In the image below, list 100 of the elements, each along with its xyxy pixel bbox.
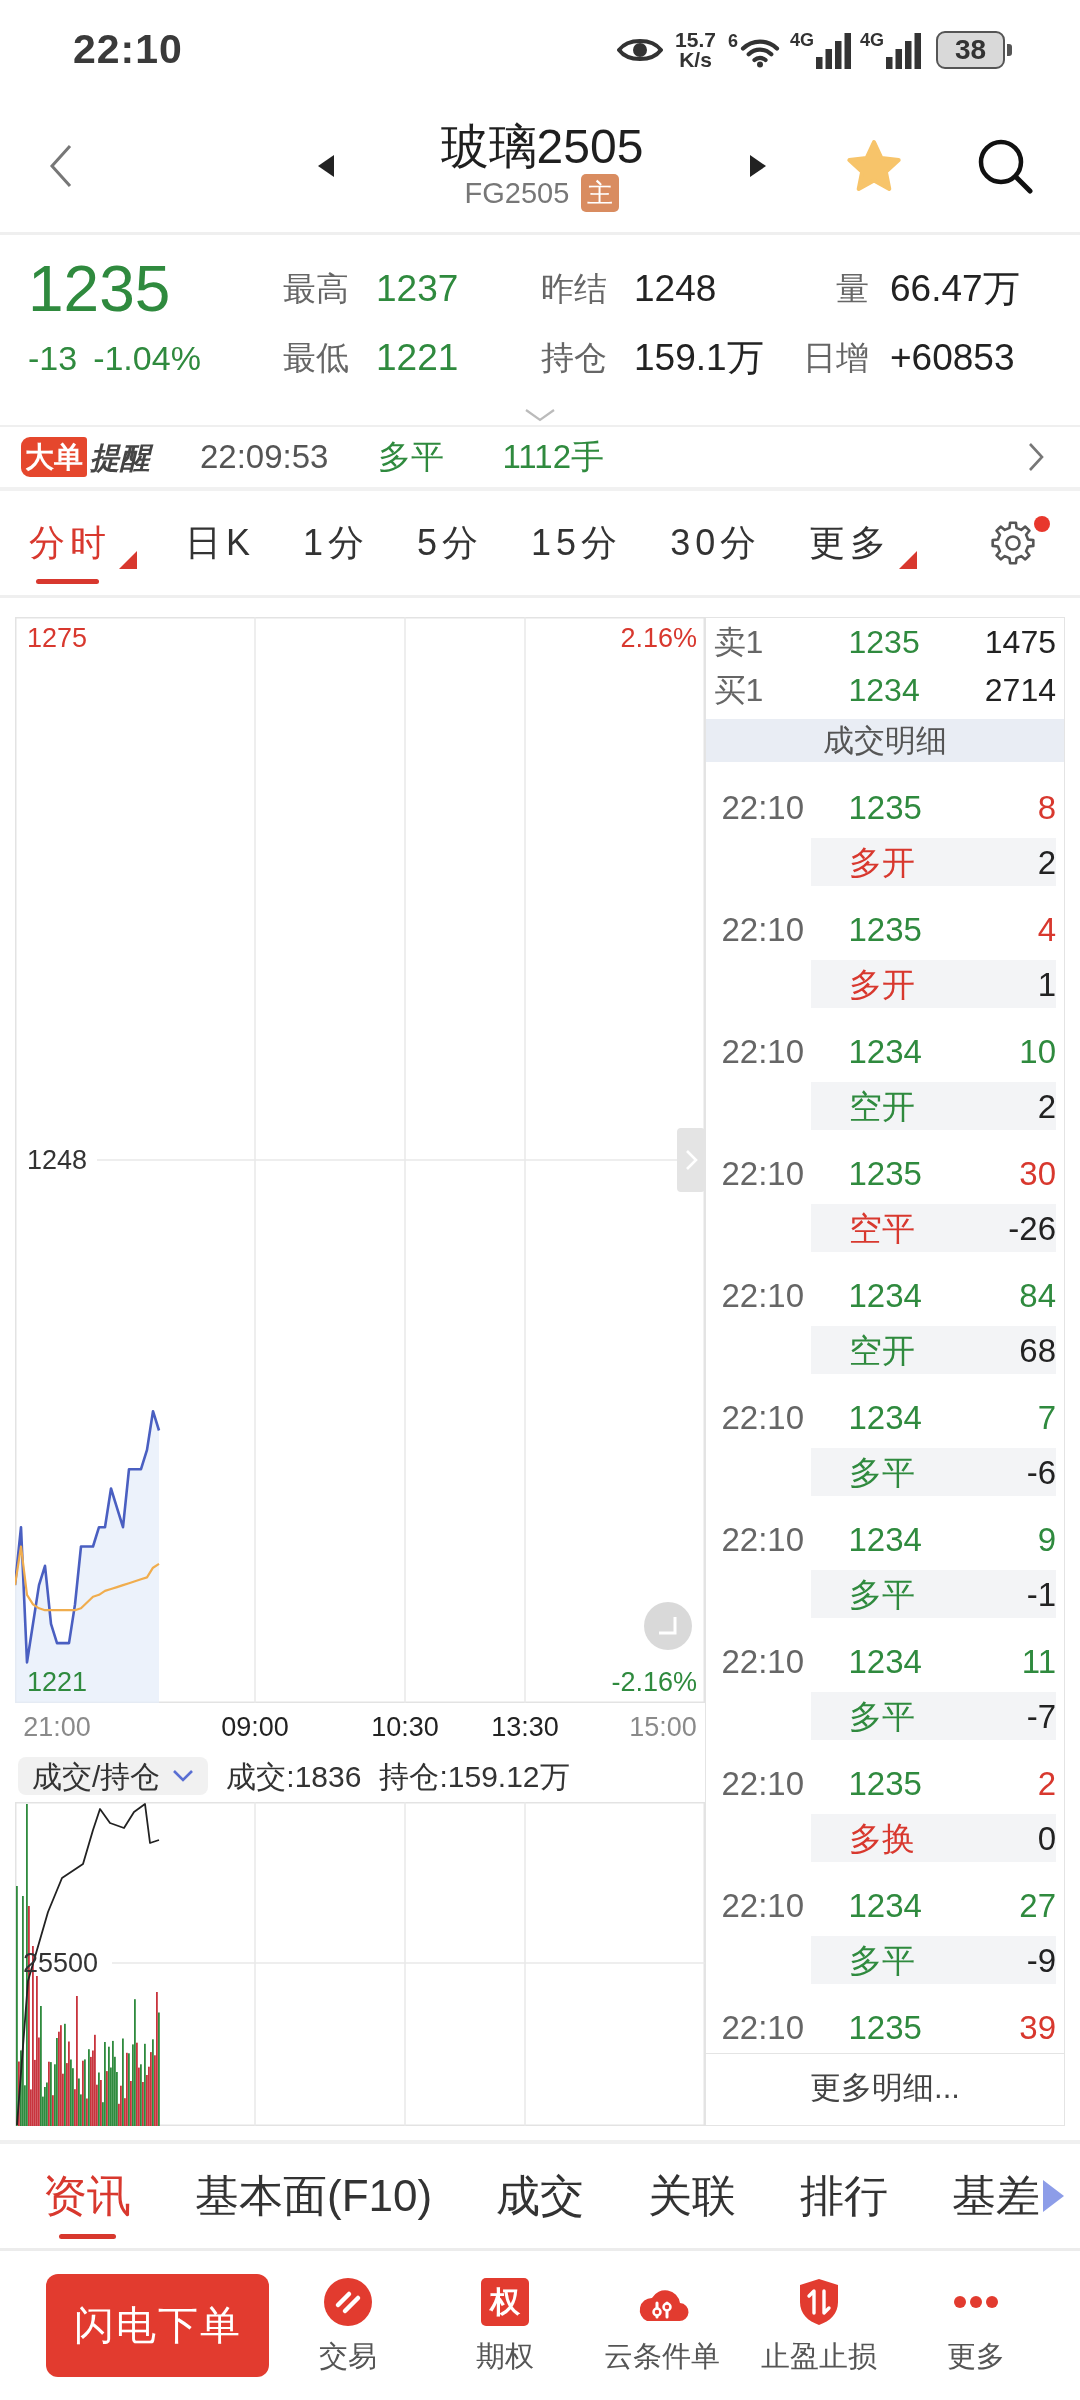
time-axis-label: 15:00	[629, 1712, 697, 1742]
trade-price: 1234	[848, 1886, 923, 1927]
trade-volume: 2	[1037, 1764, 1056, 1805]
stat-value: 66.47万	[890, 267, 1020, 312]
wifi-standard-label: 6	[727, 32, 738, 50]
trade-price: 1235	[848, 2008, 923, 2049]
trade-volume: 8	[1037, 788, 1056, 829]
toolbar-item[interactable]: 云条件单	[583, 2277, 740, 2373]
back-icon[interactable]	[48, 143, 74, 189]
volume-reading: 成交:1836	[226, 1758, 362, 1795]
position-change: 1	[1037, 965, 1056, 1005]
period-tab[interactable]: 15分	[531, 491, 623, 595]
open-interest-reading: 持仓:159.12万	[379, 1758, 570, 1795]
trade-volume: 30	[1019, 1154, 1056, 1195]
speed-unit: K/s	[679, 50, 712, 70]
flash-order-button[interactable]: 闪电下单	[46, 2273, 269, 2377]
order-volume: 1475	[984, 623, 1056, 662]
info-tab[interactable]: 基差	[952, 2144, 1041, 2248]
position-change: 0	[1037, 1819, 1056, 1859]
indicator-dropdown[interactable]: 成交/持仓	[18, 1757, 209, 1795]
period-tab[interactable]: 30分	[670, 491, 762, 595]
order-level: 卖1	[713, 623, 765, 662]
position-change: -9	[1026, 1941, 1056, 1981]
caret-right-icon[interactable]	[750, 155, 766, 177]
network-speed: 15.7	[675, 30, 716, 50]
order-level: 买1	[713, 671, 765, 710]
price-axis-label: 1221	[27, 1666, 88, 1697]
position-change: 68	[1019, 1331, 1056, 1371]
alert-action: 多平	[378, 437, 445, 478]
trade-type: 多换	[848, 1819, 916, 1859]
trade-price: 1235	[848, 788, 923, 829]
alert-volume: 1112手	[502, 437, 604, 478]
chevron-right-icon[interactable]	[1027, 441, 1045, 473]
settings-icon	[991, 521, 1035, 565]
more-trades-link[interactable]: 更多明细...	[706, 2053, 1064, 2123]
trade-volume: 10	[1019, 1032, 1056, 1073]
trade-price: 1234	[848, 1642, 923, 1683]
order-price: 1235	[848, 623, 921, 662]
period-tab[interactable]: 5分	[417, 491, 484, 595]
search-icon[interactable]	[976, 137, 1034, 195]
trade-price: 1235	[848, 1154, 923, 1195]
info-tab[interactable]: 关联	[648, 2144, 737, 2248]
trade-type: 多开	[848, 965, 916, 1005]
period-tab[interactable]: 1分	[303, 491, 370, 595]
toolbar-item[interactable]: 止盈止损	[740, 2277, 897, 2373]
order-price: 1234	[848, 671, 921, 710]
network-type: 4G	[789, 31, 814, 49]
info-tab[interactable]: 排行	[800, 2144, 889, 2248]
stat-value: 1221	[376, 336, 459, 381]
info-tab[interactable]: 资讯	[43, 2144, 131, 2248]
trade-type: 空平	[848, 1209, 916, 1249]
trade-price: 1234	[848, 1520, 923, 1561]
trade-type: 多平	[848, 1941, 916, 1981]
trade-time: 22:10	[721, 1154, 806, 1195]
trade-time: 22:10	[721, 1642, 806, 1683]
trade-type: 多平	[848, 1453, 916, 1493]
price-axis-label: 1248	[27, 1145, 88, 1175]
trade-volume: 11	[1021, 1642, 1056, 1683]
trade-time: 22:10	[721, 788, 806, 829]
toolbar-item[interactable]: 权 期权	[426, 2277, 583, 2373]
toolbar-item[interactable]: 交易	[269, 2277, 426, 2373]
stat-value: 1237	[376, 267, 459, 312]
trade-price: 1235	[848, 910, 923, 951]
trade-type: 空开	[848, 1331, 916, 1371]
trade-time: 22:10	[721, 1764, 806, 1805]
info-tab[interactable]: 成交	[496, 2144, 585, 2248]
stat-value: +60853	[890, 336, 1015, 381]
battery-indicator: 38	[936, 31, 1012, 69]
last-price: 1235	[28, 265, 172, 313]
trade-price: 1234	[848, 1398, 923, 1439]
period-tab[interactable]: 更多	[809, 491, 918, 595]
period-tab[interactable]: 分时	[29, 491, 137, 595]
stat-value: 159.1万	[634, 336, 764, 381]
position-change: -26	[1008, 1209, 1056, 1249]
caret-left-icon[interactable]	[318, 155, 334, 177]
status-time: 22:10	[73, 25, 183, 75]
stat-label: 昨结	[541, 269, 608, 310]
position-change: -1	[1026, 1575, 1056, 1615]
trade-time: 22:10	[721, 1276, 806, 1317]
info-tab[interactable]: 基本面(F10)	[195, 2144, 433, 2248]
trade-type: 多平	[848, 1575, 916, 1615]
triangle-right-icon[interactable]	[1043, 2180, 1065, 2212]
trade-price: 1234	[848, 1032, 923, 1073]
time-axis-label: 13:30	[491, 1712, 559, 1742]
position-change: 2	[1037, 1087, 1056, 1127]
time-axis-label: 09:00	[221, 1712, 289, 1742]
stat-label: 日增	[802, 338, 869, 379]
trade-time: 22:10	[721, 1520, 806, 1561]
trade-price: 1234	[848, 1276, 923, 1317]
more-icon	[952, 2295, 999, 2309]
price-change: -13	[28, 337, 78, 379]
options-tile: 权	[480, 2278, 529, 2326]
period-tab[interactable]: 日K	[185, 491, 255, 595]
toolbar-item[interactable]: 更多	[897, 2277, 1054, 2373]
stat-label: 最高	[283, 269, 350, 310]
trade-volume: 9	[1037, 1520, 1056, 1561]
stat-label: 持仓	[541, 338, 608, 379]
signal-icon	[814, 31, 852, 69]
price-axis-label: 1275	[27, 623, 88, 654]
slash-circle-icon	[323, 2278, 372, 2326]
